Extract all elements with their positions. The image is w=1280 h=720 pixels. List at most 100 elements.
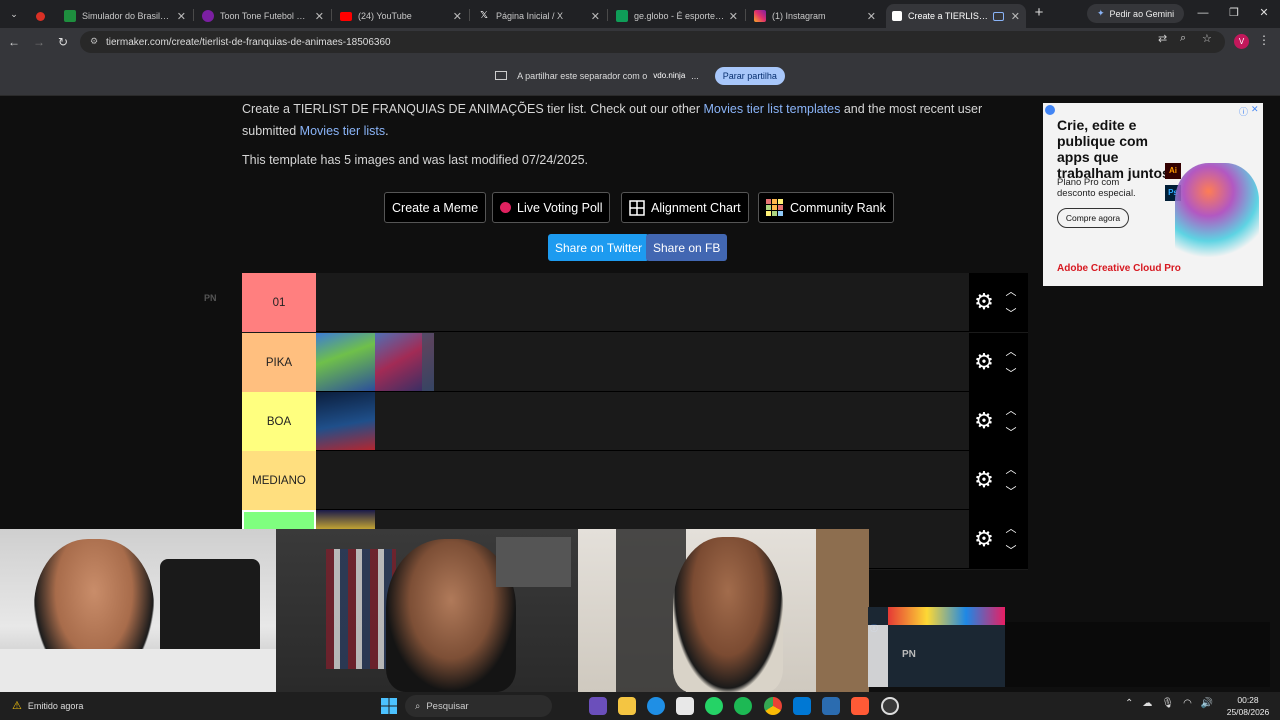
close-icon[interactable]: ✕ — [729, 10, 738, 23]
app-icon[interactable] — [851, 697, 869, 715]
intro-text-3: . — [385, 124, 389, 138]
gear-icon[interactable]: ⚙ — [973, 528, 995, 550]
address-bar[interactable]: ⚙ tiermaker.com/create/tierlist-de-franq… — [80, 31, 1225, 53]
tier-label[interactable]: BOA — [242, 392, 316, 451]
copilot-app-icon[interactable] — [589, 697, 607, 715]
chevron-down-icon[interactable]: ﹀ — [1003, 424, 1019, 440]
create-meme-label: Create a Meme — [392, 200, 479, 215]
community-rank-icon — [766, 198, 783, 216]
notification[interactable]: ⚠ Emitido agora — [12, 699, 83, 712]
close-icon[interactable]: ✕ — [591, 10, 600, 23]
recording-tab[interactable] — [30, 4, 50, 28]
tab-youtube[interactable]: (24) YouTube ✕ — [334, 4, 468, 28]
gear-icon[interactable]: ⚙ — [973, 291, 995, 313]
menu-kebab-icon[interactable]: ⋮ — [1258, 33, 1270, 47]
chevron-up-icon[interactable]: ︿ — [1003, 461, 1019, 477]
community-rank-button[interactable]: Community Rank — [758, 192, 894, 223]
cloud-icon[interactable]: ☁ — [1142, 698, 1152, 709]
clock[interactable]: 00:28 25/08/2026 — [1222, 694, 1274, 718]
obs-icon[interactable] — [881, 697, 899, 715]
tab-toon-tone[interactable]: Toon Tone Futebol — Ac ✕ — [196, 4, 330, 28]
site-info-icon[interactable]: ⚙ — [88, 36, 100, 48]
bookmark-star-icon[interactable]: ☆ — [1202, 32, 1212, 45]
chrome-icon[interactable] — [764, 697, 782, 715]
close-icon[interactable]: ✕ — [867, 10, 876, 23]
alignment-chart-button[interactable]: Alignment Chart — [621, 192, 749, 223]
close-icon[interactable]: ✕ — [315, 10, 324, 23]
how-to-train-dragon-tile[interactable] — [316, 392, 375, 450]
file-explorer-icon[interactable] — [618, 697, 636, 715]
tab-title: Simulador do Brasileirão — [82, 11, 173, 21]
spotify-icon[interactable] — [734, 697, 752, 715]
tab-simulador[interactable]: Simulador do Brasileirão ✕ — [58, 4, 192, 28]
tab-search-button[interactable]: ⌄ — [6, 6, 22, 22]
zoom-icon[interactable]: ⌕ — [1180, 32, 1186, 45]
close-icon[interactable]: ✕ — [453, 10, 462, 23]
tier-label[interactable]: PIKA — [242, 333, 316, 392]
app-icon[interactable] — [822, 697, 840, 715]
tier-controls: ⚙ ︿ ﹀ — [969, 510, 1028, 569]
stop-sharing-button[interactable]: Parar partilha — [714, 66, 785, 85]
restore-button[interactable]: ❐ — [1224, 4, 1244, 22]
gemini-button[interactable]: ✦ Pedir ao Gemini — [1087, 4, 1185, 23]
close-window-button[interactable]: ✕ — [1254, 4, 1274, 22]
create-meme-button[interactable]: Create a Meme — [384, 192, 487, 223]
tier-label[interactable]: MEDIANO — [242, 451, 316, 510]
ad-info-icon[interactable]: ⓘ — [1239, 105, 1248, 118]
gear-icon[interactable]: ⚙ — [973, 410, 995, 432]
tab-instagram[interactable]: (1) Instagram ✕ — [748, 4, 882, 28]
ad-close-icon[interactable]: ✕ — [1251, 104, 1259, 115]
chevron-down-icon[interactable]: ﹀ — [1003, 483, 1019, 499]
translate-icon[interactable]: ⇄ — [1158, 32, 1167, 45]
notification-text: Emitido agora — [27, 700, 84, 711]
store-icon[interactable] — [676, 697, 694, 715]
advertisement[interactable]: ⓘ ✕ Crie, edite e publique com apps que … — [1043, 103, 1263, 286]
ad-cta-button[interactable]: Compre agora — [1057, 208, 1129, 228]
minimize-button[interactable]: — — [1193, 4, 1213, 22]
tier-row: BOA ⚙ ︿ ﹀ — [242, 392, 1028, 451]
close-icon[interactable]: ✕ — [1011, 10, 1020, 23]
chevron-down-icon[interactable]: ﹀ — [1003, 542, 1019, 558]
movies-templates-link[interactable]: Movies tier list templates — [704, 102, 841, 116]
shirt-shape — [0, 649, 276, 692]
ad-watermark: PN — [204, 293, 217, 303]
new-tab-button[interactable]: + — [1030, 4, 1048, 22]
shelf-shape — [496, 537, 571, 587]
chevron-up-icon[interactable]: ︿ — [1003, 520, 1019, 536]
share-twitter-button[interactable]: Share on Twitter — [548, 234, 650, 261]
chevron-up-icon[interactable]: ︿ — [1003, 343, 1019, 359]
tier-label[interactable]: 01 — [242, 273, 316, 332]
chevron-up-icon[interactable]: ︿ — [1003, 283, 1019, 299]
close-icon[interactable]: ✕ — [177, 10, 186, 23]
microphone-icon[interactable]: 🎙 — [1161, 698, 1174, 709]
sharing-ellipsis: ... — [691, 70, 699, 81]
profile-avatar[interactable]: V — [1234, 34, 1249, 49]
edge-icon[interactable] — [647, 697, 665, 715]
tab-tiermaker[interactable]: Create a TIERLIST DE ✕ — [886, 4, 1026, 28]
monsters-inc-tile[interactable] — [316, 333, 375, 391]
ad-brand: Adobe Creative Cloud Pro — [1057, 263, 1181, 274]
volume-icon[interactable]: 🔊 — [1201, 698, 1213, 709]
whatsapp-icon[interactable] — [705, 697, 723, 715]
movies-tier-lists-link[interactable]: Movies tier lists — [300, 124, 385, 138]
share-fb-button[interactable]: Share on FB — [646, 234, 728, 261]
wifi-icon[interactable]: ◠ — [1183, 698, 1192, 709]
chevron-down-icon[interactable]: ﹀ — [1003, 365, 1019, 381]
chevron-up-icon[interactable]: ︿ — [1003, 402, 1019, 418]
windows-start-icon[interactable] — [381, 698, 397, 714]
taskbar-search[interactable]: ⌕ Pesquisar — [405, 695, 552, 717]
vscode-icon[interactable] — [793, 697, 811, 715]
gear-icon[interactable]: ⚙ — [973, 469, 995, 491]
community-rank-label: Community Rank — [790, 200, 886, 215]
chevron-up-icon[interactable]: ⌃ — [1125, 698, 1133, 709]
gear-icon[interactable]: ⚙ — [973, 351, 995, 373]
forward-button[interactable]: → — [31, 34, 47, 50]
tier-controls: ⚙ ︿ ﹀ — [969, 273, 1028, 332]
live-voting-poll-button[interactable]: Live Voting Poll — [492, 192, 611, 223]
reload-button[interactable]: ↻ — [55, 34, 71, 50]
tab-x[interactable]: 𝕏 Página Inicial / X ✕ — [472, 4, 606, 28]
tab-ge-globo[interactable]: ge.globo - É esporte sem ✕ — [610, 4, 744, 28]
back-button[interactable]: ← — [6, 34, 22, 50]
chevron-down-icon[interactable]: ﹀ — [1003, 305, 1019, 321]
video-thumbnail-strip — [888, 607, 1005, 625]
